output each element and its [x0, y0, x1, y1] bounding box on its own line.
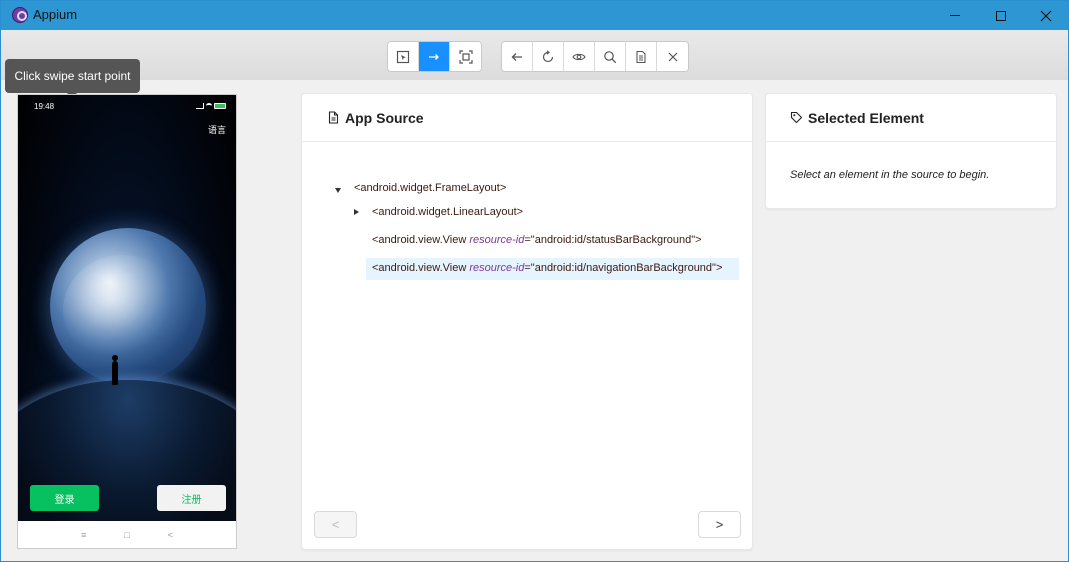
selected-element-panel: Selected Element Select an element in th…	[765, 93, 1057, 209]
app-source-header: App Source	[302, 94, 752, 142]
tooltip-text: Click swipe start point	[14, 69, 131, 83]
node-tag: <android.widget.FrameLayout>	[354, 182, 507, 194]
close-icon	[1040, 10, 1052, 21]
actions-group	[501, 41, 689, 72]
android-nav-bar: ≡ □ <	[18, 521, 236, 548]
search-button[interactable]	[595, 42, 626, 71]
refresh-button[interactable]	[533, 42, 564, 71]
file-text-icon	[328, 111, 339, 124]
standing-person-silhouette	[112, 355, 118, 385]
appium-window: Appium Click swipe start point 19:48 语言 …	[0, 0, 1069, 562]
expand-caret-down-icon[interactable]	[335, 188, 341, 193]
swipe-mode-button[interactable]	[419, 42, 450, 71]
node-attr-value: ="android:id/navigationBarBackground">	[524, 262, 723, 274]
node-attr-value: ="android:id/statusBarBackground">	[524, 234, 702, 246]
interaction-mode-group	[387, 41, 482, 72]
earth-clouds	[63, 255, 183, 365]
minimize-icon	[950, 15, 960, 16]
tree-node-navbar-view[interactable]: <android.view.View resource-id="android:…	[366, 258, 739, 280]
search-icon	[604, 50, 617, 63]
app-source-title: App Source	[345, 109, 424, 126]
refresh-icon	[542, 49, 554, 62]
eye-icon	[572, 53, 586, 60]
next-page-button[interactable]: >	[698, 511, 741, 538]
wifi-icon	[205, 103, 213, 109]
login-button[interactable]: 登录	[30, 485, 99, 511]
selected-element-header: Selected Element	[766, 94, 1056, 142]
status-time: 19:48	[34, 102, 55, 111]
selected-element-title: Selected Element	[808, 109, 924, 126]
tree-node-linearlayout[interactable]: <android.widget.LinearLayout>	[372, 206, 523, 218]
device-screenshot[interactable]: 19:48 语言 登录 注册 ≡ □ <	[17, 94, 237, 549]
copy-xml-button[interactable]	[626, 42, 657, 71]
node-tag: <android.view.View	[372, 262, 470, 274]
inspector-toolbar	[1, 30, 1068, 80]
tap-coordinates-button[interactable]	[450, 42, 481, 71]
tap-coordinates-icon	[458, 49, 473, 64]
selected-element-hint: Select an element in the source to begin…	[790, 169, 990, 181]
app-source-panel: App Source <android.widget.FrameLayout> …	[301, 93, 753, 550]
appium-logo-icon	[12, 7, 28, 23]
close-icon	[668, 52, 677, 61]
tree-node-framelayout[interactable]: <android.widget.FrameLayout>	[354, 182, 506, 194]
home-nav-button[interactable]: □	[124, 530, 129, 540]
tag-icon	[790, 111, 803, 124]
toggle-visibility-button[interactable]	[564, 42, 595, 71]
node-tag: <android.view.View	[372, 234, 470, 246]
node-tag: <android.widget.LinearLayout>	[372, 206, 524, 218]
back-nav-button[interactable]: <	[168, 530, 173, 540]
back-button[interactable]	[502, 42, 533, 71]
register-button[interactable]: 注册	[157, 485, 226, 511]
select-elements-button[interactable]	[388, 42, 419, 71]
title-bar: Appium	[1, 1, 1068, 30]
select-elements-icon	[396, 50, 410, 63]
node-attr-name: resource-id	[469, 262, 525, 274]
close-window-button[interactable]	[1023, 1, 1068, 30]
chevron-right-icon: >	[715, 517, 724, 532]
copy-xml-icon	[636, 50, 646, 63]
swipe-tooltip: Click swipe start point	[5, 59, 140, 93]
expand-caret-right-icon[interactable]	[354, 209, 359, 215]
tree-node-statusbar-view[interactable]: <android.view.View resource-id="android:…	[372, 234, 702, 246]
minimize-button[interactable]	[932, 1, 978, 30]
previous-page-button[interactable]: <	[314, 511, 357, 538]
signal-icon	[196, 103, 204, 109]
window-title: Appium	[33, 7, 78, 22]
quit-session-button[interactable]	[657, 42, 688, 71]
menu-nav-button[interactable]: ≡	[81, 530, 86, 540]
battery-icon	[214, 103, 226, 109]
chevron-left-icon: <	[331, 517, 340, 532]
device-screen[interactable]: 19:48 语言 登录 注册	[18, 95, 236, 548]
swipe-arrow-icon	[429, 53, 439, 60]
maximize-icon	[996, 10, 1006, 21]
back-arrow-icon	[511, 52, 522, 61]
node-attr-name: resource-id	[469, 234, 525, 246]
status-icons	[196, 102, 226, 110]
maximize-button[interactable]	[978, 1, 1024, 30]
language-button[interactable]: 语言	[208, 123, 226, 136]
